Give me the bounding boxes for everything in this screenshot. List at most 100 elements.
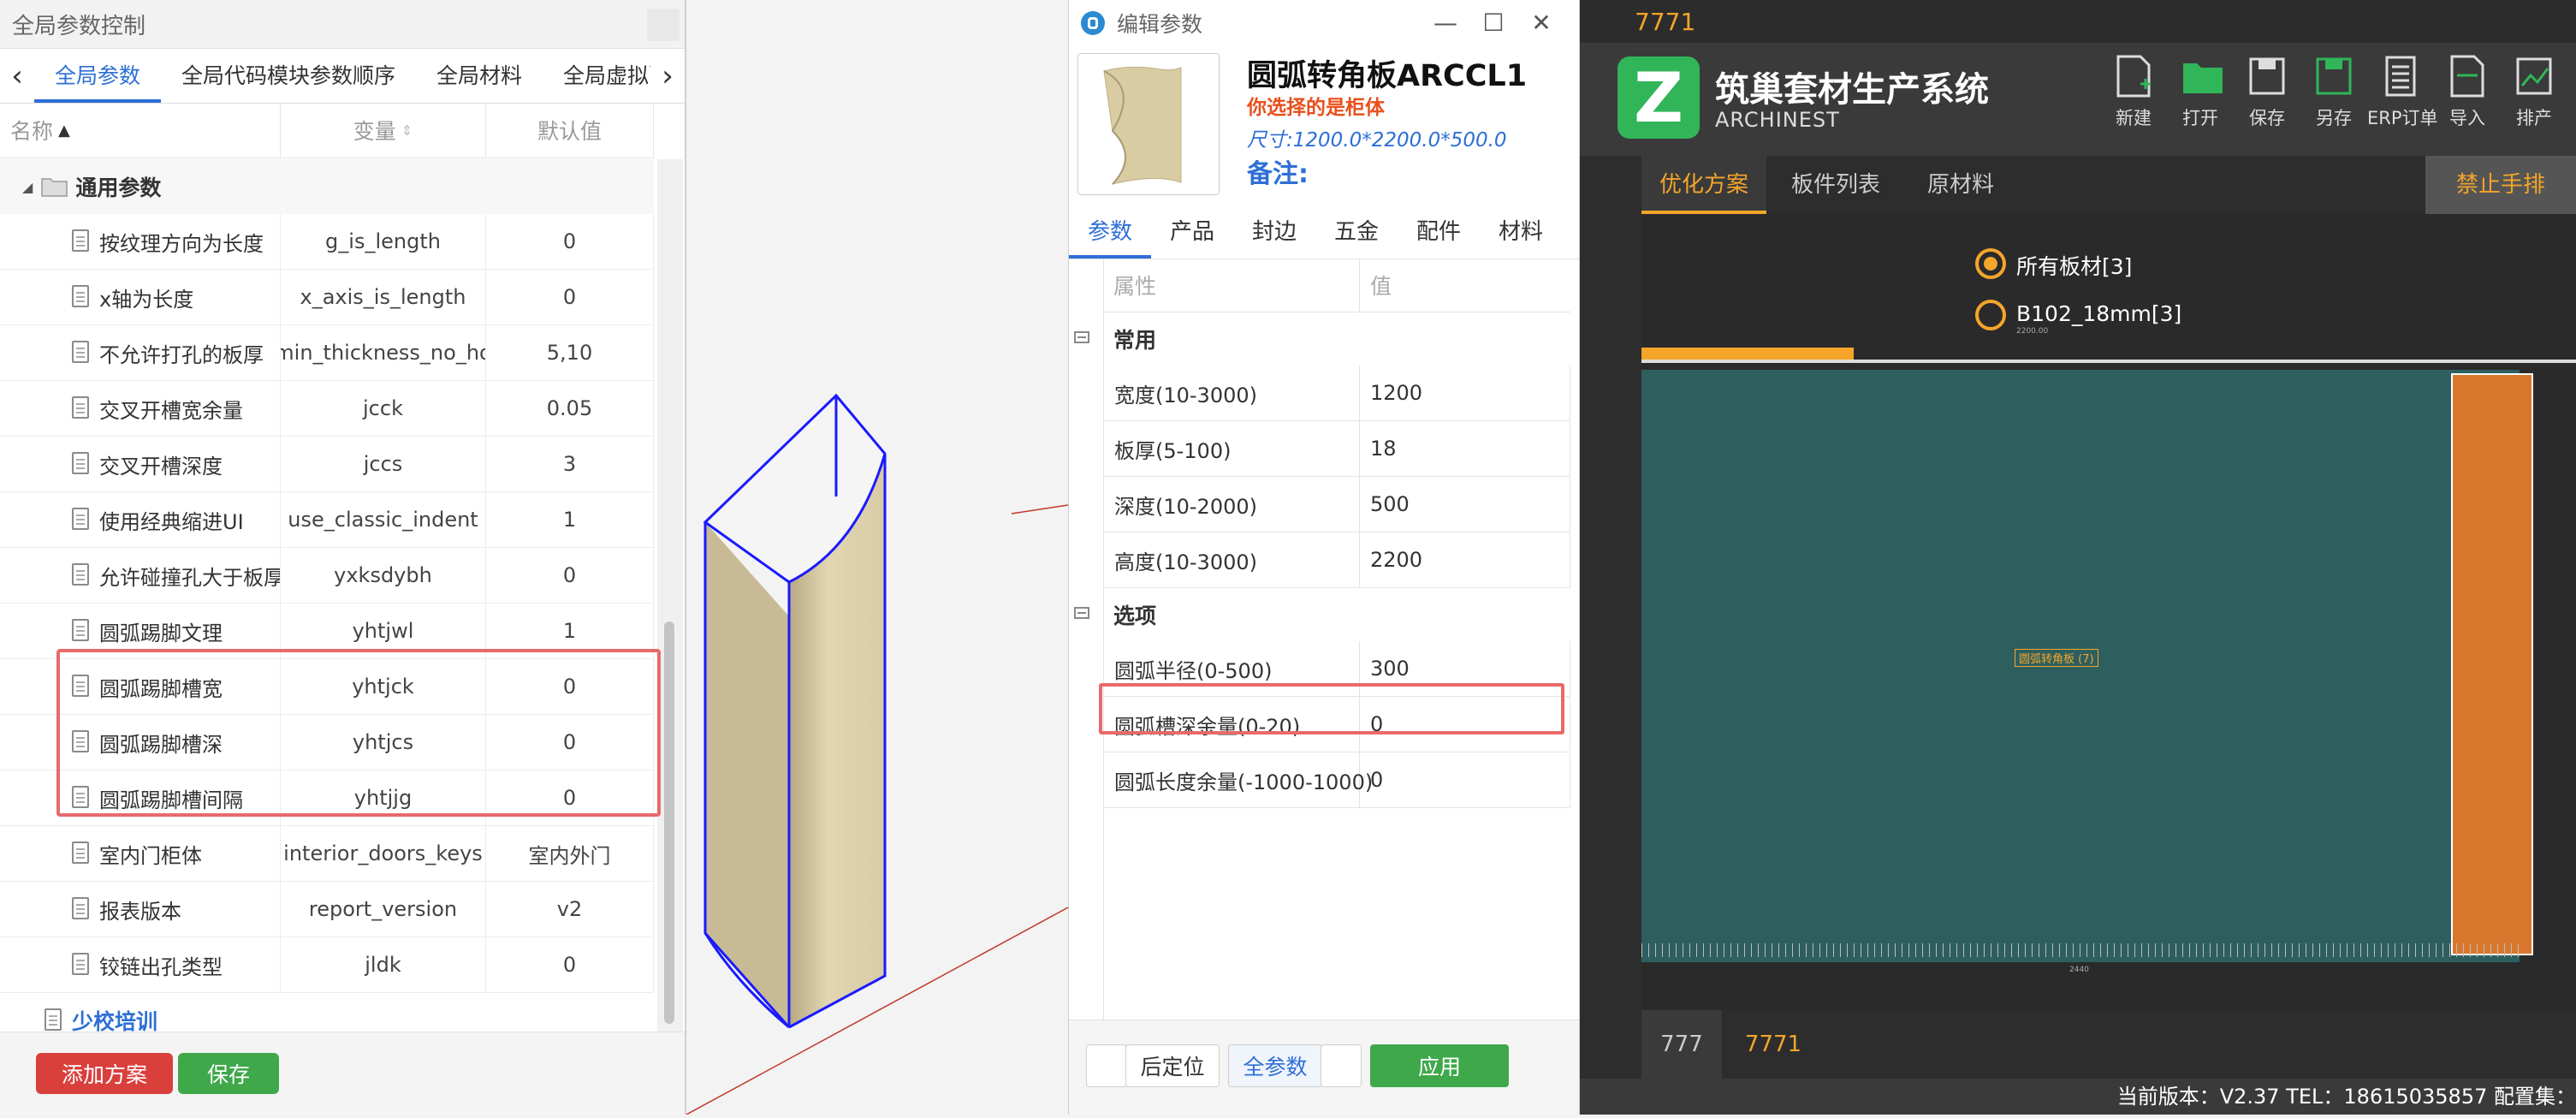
board-offcut[interactable]	[2451, 373, 2533, 955]
param-row[interactable]: 铰链出孔类型 jldk 0	[0, 937, 654, 993]
property-row[interactable]: 高度(10-3000) 2200	[1103, 532, 1570, 588]
save-button[interactable]: 保存	[178, 1053, 279, 1094]
save-button-app[interactable]: 保存	[2234, 55, 2300, 130]
tab-materials[interactable]: 材料	[1480, 205, 1562, 259]
close-icon[interactable]: ✕	[1524, 9, 1558, 37]
tab-raw-material[interactable]: 原材料	[1905, 156, 2016, 214]
disable-manual-button[interactable]: 禁止手排	[2425, 156, 2576, 214]
param-row[interactable]: 报表版本 report_version v2	[0, 882, 654, 937]
doc-icon	[72, 229, 89, 252]
property-value[interactable]: 2200	[1360, 532, 1570, 587]
collapse-minus-icon[interactable]	[1074, 607, 1089, 619]
col-default-header[interactable]: 默认值	[486, 103, 654, 158]
tab-global-code-order[interactable]: 全局代码模块参数顺序	[161, 50, 416, 103]
doc-icon	[72, 341, 89, 363]
property-value[interactable]: 18	[1360, 421, 1570, 476]
property-value[interactable]: 0	[1360, 752, 1570, 807]
tab-scroll-left-icon[interactable]: ‹	[0, 59, 34, 93]
save-as-button[interactable]: 另存	[2300, 55, 2367, 130]
param-default[interactable]: 5,10	[486, 325, 654, 380]
add-scheme-button[interactable]: 添加方案	[36, 1053, 173, 1094]
apply-button[interactable]: 应用	[1370, 1044, 1509, 1087]
property-section[interactable]: 选项	[1074, 588, 1570, 641]
param-row[interactable]: 允许碰撞孔大于板厚 yxksdybh 0	[0, 548, 654, 604]
nesting-canvas[interactable]: 所有板材[3] B102_18mm[3] 2200.00 圆弧转角板 (7) 2…	[1641, 214, 2576, 1010]
col-name-header[interactable]: 名称 ▲	[0, 103, 281, 158]
3d-viewport[interactable]	[686, 0, 1069, 1115]
property-row[interactable]: 圆弧长度余量(-1000-1000) 0	[1103, 752, 1570, 808]
param-row[interactable]: 不允许打孔的板厚 min_thickness_no_ho 5,10	[0, 325, 654, 381]
property-row[interactable]: 深度(10-2000) 500	[1103, 477, 1570, 532]
param-name-cell: 铰链出孔类型	[0, 937, 281, 992]
property-row[interactable]: 板厚(5-100) 18	[1103, 421, 1570, 477]
close-button[interactable]	[647, 9, 680, 41]
tab-edgeband[interactable]: 封边	[1233, 205, 1315, 259]
maximize-icon[interactable]: ☐	[1476, 9, 1511, 37]
grid-header: 名称 ▲ 变量 ⇕ 默认值	[0, 103, 654, 158]
param-default[interactable]: 0	[486, 937, 654, 992]
collapse-triangle-icon[interactable]: ◢	[22, 179, 33, 195]
tab-optimize[interactable]: 优化方案	[1641, 156, 1766, 214]
param-row[interactable]: 按纹理方向为长度 g_is_length 0	[0, 214, 654, 270]
checkbox-all-params[interactable]	[1321, 1044, 1362, 1087]
cabinet-model-drawing	[686, 393, 1069, 1115]
param-name: 交叉开槽宽余量	[99, 398, 243, 423]
param-var: g_is_length	[281, 214, 486, 269]
product-thumbnail	[1077, 53, 1220, 195]
bottom-tab-7771[interactable]: 7771	[1730, 1010, 1816, 1079]
product-name: 圆弧转角板ARCCL1	[1247, 59, 1528, 93]
schedule-button[interactable]: 排产	[2501, 55, 2567, 130]
erp-order-button[interactable]: ERP订单	[2367, 55, 2438, 130]
bottom-tabs: 777 7771	[1641, 1010, 2576, 1079]
vertical-scrollbar[interactable]	[657, 159, 683, 1034]
tab-global-virtual-parts[interactable]: 全局虚拟配件	[543, 50, 650, 103]
param-name: 室内门柜体	[99, 843, 202, 868]
param-default[interactable]: 0	[486, 270, 654, 324]
property-value[interactable]: 1200	[1360, 366, 1570, 420]
tab-scroll-right-icon[interactable]: ›	[650, 59, 685, 93]
checkbox-position[interactable]	[1086, 1044, 1127, 1087]
col-var-header[interactable]: 变量 ⇕	[281, 103, 486, 158]
param-default[interactable]: 0	[486, 548, 654, 603]
param-row[interactable]: 使用经典缩进UI use_classic_indent 1	[0, 492, 654, 548]
param-name-cell: 允许碰撞孔大于板厚	[0, 548, 281, 603]
tab-part-list[interactable]: 板件列表	[1773, 156, 1898, 214]
new-button[interactable]: 新建	[2100, 55, 2167, 130]
import-button[interactable]: 导入	[2434, 55, 2501, 130]
param-row[interactable]: 交叉开槽深度 jccs 3	[0, 437, 654, 492]
param-default[interactable]: 3	[486, 437, 654, 491]
param-default[interactable]: v2	[486, 882, 654, 937]
radio-all-boards[interactable]	[1975, 248, 2006, 279]
tab-global-params[interactable]: 全局参数	[34, 50, 162, 103]
tab-hardware[interactable]: 五金	[1315, 205, 1398, 259]
property-row[interactable]: 宽度(10-3000) 1200	[1103, 366, 1570, 421]
collapse-minus-icon[interactable]	[1074, 331, 1089, 343]
param-default[interactable]: 室内外门	[486, 826, 654, 881]
property-section[interactable]: 常用	[1074, 312, 1570, 366]
property-value[interactable]: 500	[1360, 477, 1570, 532]
minimize-icon[interactable]: —	[1428, 9, 1463, 37]
post-position-button[interactable]: 后定位	[1125, 1044, 1220, 1087]
param-name: 允许碰撞孔大于板厚	[99, 565, 281, 590]
group-general[interactable]: ◢ 通用参数	[0, 159, 654, 214]
bottom-tab-777[interactable]: 777	[1641, 1010, 1722, 1079]
tab-params[interactable]: 参数	[1069, 205, 1151, 259]
open-button[interactable]: 打开	[2167, 55, 2234, 130]
radio-b102[interactable]	[1975, 300, 2006, 330]
param-row[interactable]: 室内门柜体 interior_doors_keys 室内外门	[0, 826, 654, 882]
param-default[interactable]: 0	[486, 214, 654, 269]
doc-icon	[72, 563, 89, 586]
save-icon	[2248, 55, 2286, 98]
param-rows: ◢ 通用参数 按纹理方向为长度 g_is_length 0 x轴为长度 x_axis_i…	[0, 159, 654, 1048]
group-label: 通用参数	[75, 175, 162, 200]
new-label: 新建	[2116, 108, 2152, 128]
tab-global-materials[interactable]: 全局材料	[416, 50, 543, 103]
scrollbar-thumb[interactable]	[664, 621, 674, 1024]
all-params-button[interactable]: 全参数	[1228, 1044, 1322, 1087]
param-row[interactable]: 交叉开槽宽余量 jcck 0.05	[0, 381, 654, 437]
tab-product[interactable]: 产品	[1151, 205, 1233, 259]
param-row[interactable]: x轴为长度 x_axis_is_length 0	[0, 270, 654, 325]
tab-accessories[interactable]: 配件	[1398, 205, 1480, 259]
param-default[interactable]: 0.05	[486, 381, 654, 436]
param-default[interactable]: 1	[486, 492, 654, 547]
